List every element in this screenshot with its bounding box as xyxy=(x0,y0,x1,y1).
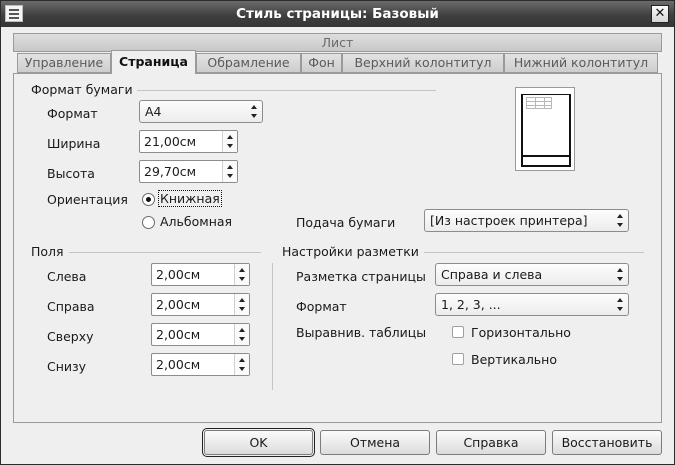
height-field[interactable]: 29,70см xyxy=(139,160,238,183)
margins-divider xyxy=(69,252,261,253)
format-select[interactable]: A4 xyxy=(139,100,263,123)
title-bar: Стиль страницы: Базовый ✕ xyxy=(1,1,674,27)
margin-left-value: 2,00см xyxy=(156,267,201,282)
portrait-label[interactable]: Книжная xyxy=(158,190,222,207)
tab-footer[interactable]: Нижний колонтитул xyxy=(504,53,658,73)
margin-top-value: 2,00см xyxy=(156,327,201,342)
margin-left-label: Слева xyxy=(47,269,87,284)
vertical-label[interactable]: Вертикально xyxy=(471,352,557,367)
preview-page xyxy=(521,94,571,167)
preview-table-icon xyxy=(526,97,552,109)
width-field[interactable]: 21,00см xyxy=(139,130,238,153)
margin-right-value: 2,00см xyxy=(156,297,201,312)
landscape-radio[interactable] xyxy=(142,216,155,229)
margin-right-label: Справа xyxy=(47,299,95,314)
margin-top-label: Сверху xyxy=(47,329,94,344)
margin-bottom-label: Снизу xyxy=(47,359,87,374)
reset-button[interactable]: Восстановить xyxy=(552,430,662,455)
paper-format-title: Формат бумаги xyxy=(31,82,133,97)
spin-arrows-icon[interactable] xyxy=(222,131,237,152)
format-label: Формат xyxy=(47,106,98,121)
ok-button[interactable]: OK xyxy=(202,428,315,457)
paper-tray-label: Подача бумаги xyxy=(296,215,396,230)
paper-tray-value: [Из настроек принтера] xyxy=(430,213,588,228)
margins-title: Поля xyxy=(31,244,64,259)
orientation-label: Ориентация xyxy=(47,192,128,207)
margin-top-field[interactable]: 2,00см xyxy=(151,323,250,346)
height-field-value: 29,70см xyxy=(144,164,197,179)
section-separator xyxy=(272,263,273,390)
width-field-value: 21,00см xyxy=(144,134,197,149)
format-select-value: A4 xyxy=(145,104,162,119)
tab-background[interactable]: Фон xyxy=(301,53,342,73)
landscape-label[interactable]: Альбомная xyxy=(160,214,232,229)
numbering-format-value: 1, 2, 3, ... xyxy=(441,297,501,312)
cancel-button[interactable]: Отмена xyxy=(320,430,430,455)
spin-arrows-icon[interactable] xyxy=(222,161,237,182)
layout-divider xyxy=(424,252,644,253)
preview-footer-line xyxy=(523,155,569,157)
dialog-title: Стиль страницы: Базовый xyxy=(236,6,439,22)
tab-management[interactable]: Управление xyxy=(17,53,111,73)
tab-header[interactable]: Верхний колонтитул xyxy=(342,53,504,73)
tab-borders[interactable]: Обрамление xyxy=(196,53,301,73)
paper-format-divider xyxy=(137,90,436,91)
margin-left-field[interactable]: 2,00см xyxy=(151,263,250,286)
page-preview xyxy=(515,87,575,171)
numbering-format-select[interactable]: 1, 2, 3, ... xyxy=(435,293,629,316)
margin-right-field[interactable]: 2,00см xyxy=(151,293,250,316)
vertical-checkbox[interactable] xyxy=(452,353,464,365)
margin-bottom-field[interactable]: 2,00см xyxy=(151,353,250,376)
table-align-label: Выравнив. таблицы xyxy=(296,325,427,340)
paper-tray-select[interactable]: [Из настроек принтера] xyxy=(424,209,629,232)
layout-title: Настройки разметки xyxy=(282,244,419,259)
width-label: Ширина xyxy=(47,136,101,151)
height-label: Высота xyxy=(47,166,95,181)
dropdown-arrows-icon xyxy=(613,294,628,315)
spin-arrows-icon[interactable] xyxy=(234,324,249,345)
dialog-window: Стиль страницы: Базовый ✕ Лист Управлени… xyxy=(0,0,675,465)
help-button[interactable]: Справка xyxy=(436,430,546,455)
portrait-radio[interactable] xyxy=(142,193,155,206)
spin-arrows-icon[interactable] xyxy=(234,264,249,285)
close-icon[interactable]: ✕ xyxy=(651,5,669,23)
window-menu-icon[interactable] xyxy=(5,5,23,22)
horizontal-label[interactable]: Горизонтально xyxy=(471,325,571,340)
page-layout-label: Разметка страницы xyxy=(296,269,426,284)
dropdown-arrows-icon xyxy=(613,210,628,231)
tab-page[interactable]: Страница xyxy=(111,50,196,74)
horizontal-checkbox[interactable] xyxy=(452,326,464,338)
spin-arrows-icon[interactable] xyxy=(234,354,249,375)
page-layout-value: Справа и слева xyxy=(441,267,543,282)
numbering-format-label: Формат xyxy=(296,299,347,314)
spin-arrows-icon[interactable] xyxy=(234,294,249,315)
dropdown-arrows-icon xyxy=(613,264,628,285)
page-layout-select[interactable]: Справа и слева xyxy=(435,263,629,286)
dropdown-arrows-icon xyxy=(247,101,262,122)
margin-bottom-value: 2,00см xyxy=(156,357,201,372)
